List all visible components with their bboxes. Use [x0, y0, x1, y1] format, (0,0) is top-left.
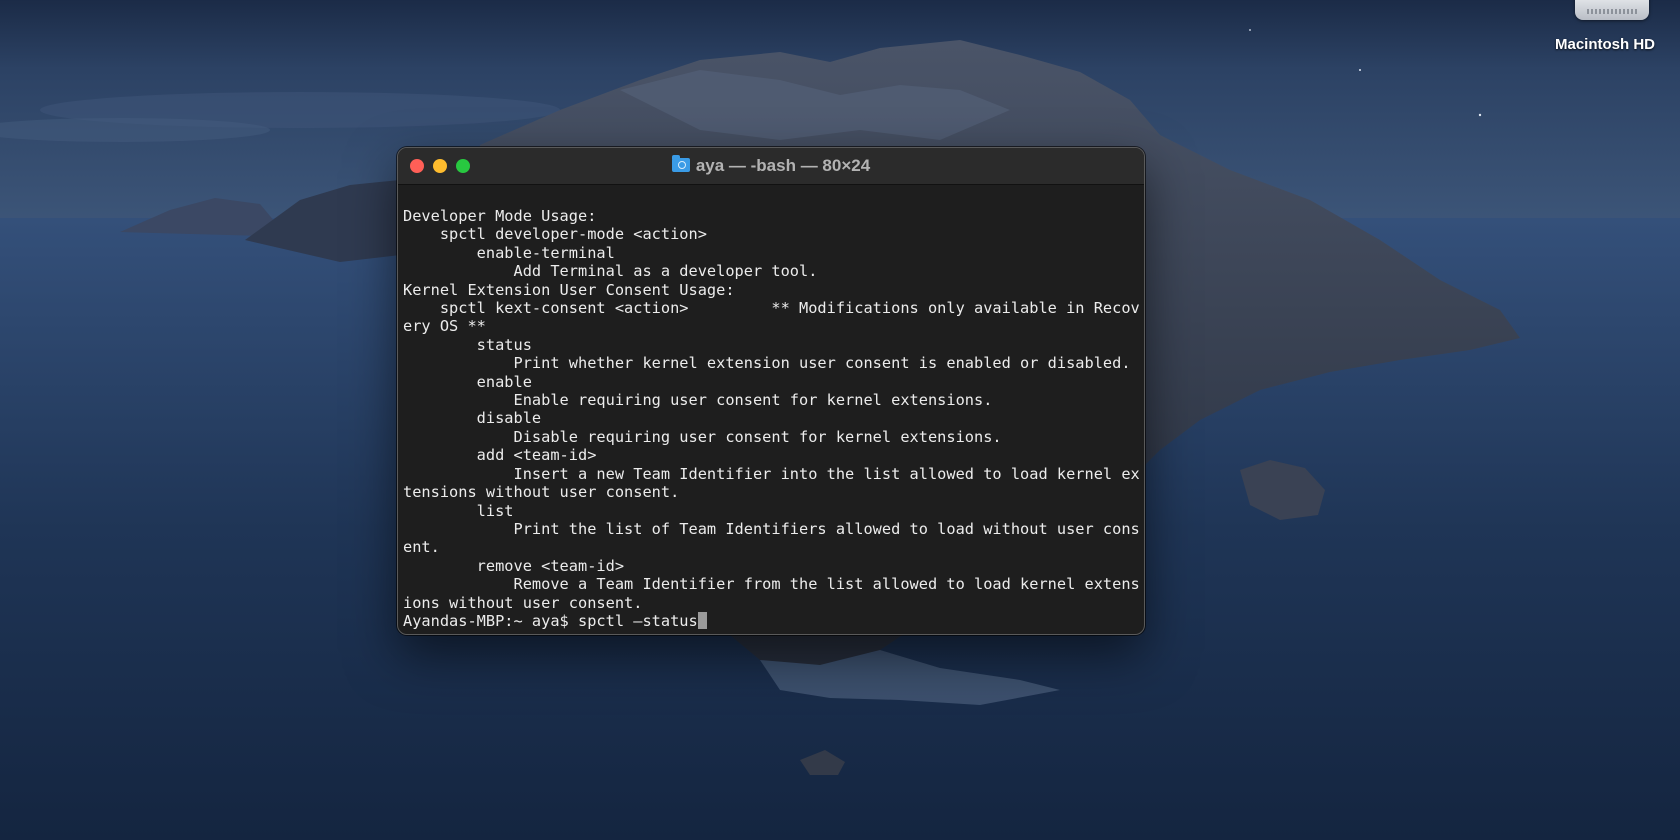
terminal-line: status [403, 335, 532, 354]
terminal-line: Add Terminal as a developer tool. [403, 262, 818, 281]
terminal-line: ent. [403, 538, 440, 557]
window-titlebar[interactable]: aya — -bash — 80×24 [398, 148, 1144, 185]
terminal-line: Kernel Extension User Consent Usage: [403, 280, 735, 299]
macintosh-hd-label: Macintosh HD [1554, 36, 1655, 53]
shell-prompt: Ayandas-MBP:~ aya$ [403, 611, 578, 630]
terminal-line: enable-terminal [403, 243, 615, 262]
terminal-line: Print whether kernel extension user cons… [403, 354, 1131, 373]
terminal-line: ions without user consent. [403, 593, 643, 612]
terminal-line: list [403, 501, 514, 520]
terminal-line: disable [403, 409, 542, 428]
terminal-line: Print the list of Team Identifiers allow… [403, 519, 1140, 538]
terminal-line: spctl kext-consent <action> ** Modificat… [403, 299, 1140, 318]
window-title: aya — -bash — 80×24 [398, 148, 1144, 184]
macintosh-hd-icon[interactable]: Macintosh HD [1540, 0, 1670, 60]
window-title-text: aya — -bash — 80×24 [695, 156, 871, 175]
terminal-window[interactable]: aya — -bash — 80×24 Developer Mode Usage… [397, 147, 1145, 635]
terminal-line: enable [403, 372, 532, 391]
prompt-line[interactable]: Ayandas-MBP:~ aya$ spctl —status [403, 611, 1144, 630]
terminal-line: spctl developer-mode <action> [403, 225, 707, 244]
command-input[interactable]: spctl —status [578, 612, 698, 630]
terminal-line: remove <team-id> [403, 556, 625, 575]
terminal-line: Remove a Team Identifier from the list a… [403, 575, 1140, 594]
hard-drive-icon [1575, 0, 1649, 20]
terminal-line: ery OS ** [403, 317, 486, 336]
folder-icon [671, 155, 690, 172]
terminal-line: Enable requiring user consent for kernel… [403, 391, 993, 410]
terminal-line: Insert a new Team Identifier into the li… [403, 464, 1140, 483]
terminal-line: Disable requiring user consent for kerne… [403, 427, 1002, 446]
terminal-line: Developer Mode Usage: [403, 207, 597, 225]
text-cursor [697, 611, 707, 629]
terminal-line: add <team-id> [403, 446, 597, 465]
terminal-line: tensions without user consent. [403, 483, 680, 502]
terminal-output[interactable]: Developer Mode Usage: spctl developer-mo… [403, 207, 1144, 630]
